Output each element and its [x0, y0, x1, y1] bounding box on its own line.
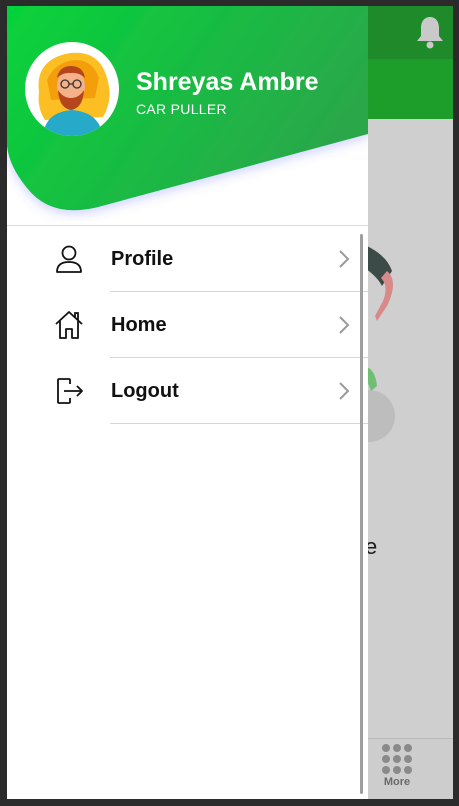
drawer-item-logout[interactable]: Logout [7, 358, 368, 424]
more-nav-label: More [383, 776, 411, 788]
drawer-scrollbar[interactable] [360, 234, 363, 794]
grid-dots-icon [379, 744, 415, 774]
home-icon [55, 311, 83, 339]
chevron-right-icon [339, 382, 350, 400]
user-name: Shreyas Ambre [136, 68, 319, 96]
drawer-item-profile[interactable]: Profile [7, 226, 368, 292]
app-screen: tory e More [7, 6, 453, 799]
more-nav-item[interactable]: More [379, 744, 415, 788]
drawer-item-label: Logout [111, 380, 179, 402]
drawer-item-label: Profile [111, 248, 174, 270]
logout-icon [57, 378, 83, 404]
user-icon [56, 245, 82, 273]
drawer-menu: Profile Home Logout [7, 226, 368, 424]
chevron-right-icon [339, 250, 350, 268]
user-avatar[interactable] [25, 42, 119, 136]
bell-icon[interactable] [415, 15, 445, 49]
avatar-illustration [28, 45, 116, 136]
drawer-item-label: Home [111, 314, 167, 336]
chevron-right-icon [339, 316, 350, 334]
user-role: CAR PULLER [136, 101, 227, 117]
navigation-drawer: Shreyas Ambre CAR PULLER Profile Home Lo… [7, 6, 368, 799]
drawer-item-home[interactable]: Home [7, 292, 368, 358]
menu-separator [110, 423, 368, 424]
